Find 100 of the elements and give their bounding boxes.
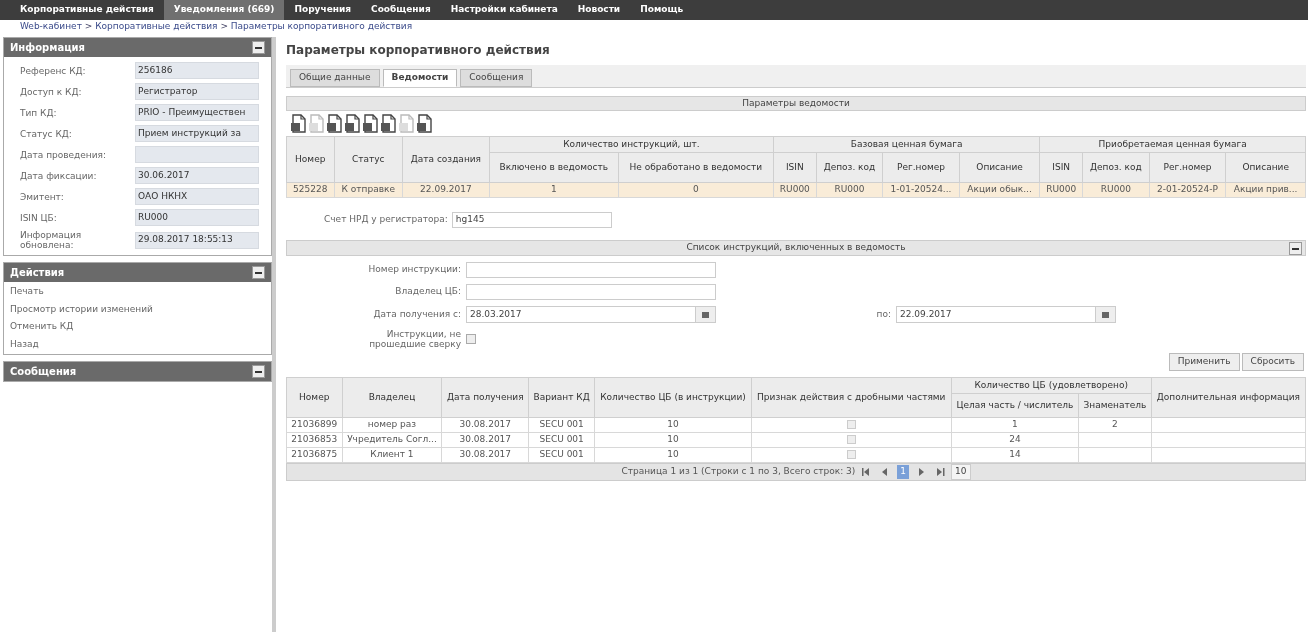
readonly-field: 256186 bbox=[135, 62, 259, 79]
column-header: Вариант КД bbox=[528, 377, 595, 418]
date-field[interactable]: 28.03.2017 bbox=[466, 306, 716, 323]
action-link[interactable]: Просмотр истории изменений bbox=[10, 302, 153, 316]
table-cell: 0 bbox=[618, 182, 774, 198]
nav-tab[interactable]: Корпоративные действия bbox=[10, 0, 164, 20]
column-header: Рег.номер bbox=[882, 152, 960, 183]
checkbox[interactable] bbox=[466, 334, 476, 344]
field-label: Инструкции, не прошедшие сверку bbox=[368, 329, 461, 349]
table-cell: 14 bbox=[951, 447, 1079, 463]
table-cell: 1 bbox=[951, 417, 1079, 433]
table-cell: 2-01-20524-P bbox=[1149, 182, 1226, 198]
field-label: Доступ к КД: bbox=[20, 86, 83, 97]
action-link[interactable]: Отменить КД bbox=[10, 320, 74, 334]
readonly-field: ОАО НКНХ bbox=[135, 188, 259, 205]
readonly-field: Регистратор bbox=[135, 83, 259, 100]
field-label: Эмитент: bbox=[20, 191, 65, 202]
action-link[interactable]: Назад bbox=[10, 337, 39, 351]
table-cell: 21036853 bbox=[286, 432, 342, 448]
nav-tab[interactable]: Новости bbox=[567, 0, 631, 20]
table-cell: SECU 001 bbox=[528, 432, 595, 448]
column-group-header: Количество инструкций, шт. bbox=[489, 136, 774, 153]
breadcrumb-separator: > bbox=[83, 20, 94, 34]
document-icon[interactable] bbox=[380, 114, 397, 133]
column-header: Номер bbox=[286, 377, 342, 418]
table-cell: 1 bbox=[489, 182, 619, 198]
nav-tab[interactable]: Помощь bbox=[630, 0, 694, 20]
input-field[interactable] bbox=[466, 284, 716, 300]
action-link[interactable]: Печать bbox=[10, 285, 44, 299]
column-header: Включено в ведомость bbox=[489, 152, 619, 183]
column-header: Депоз. код bbox=[1082, 152, 1150, 183]
readonly-field: RU000 bbox=[135, 209, 259, 226]
field-label: Дата проведения: bbox=[20, 149, 108, 160]
field-label: Статус КД: bbox=[20, 128, 73, 139]
nav-tab[interactable]: Поручения bbox=[284, 0, 362, 20]
table-cell: 10 bbox=[594, 432, 752, 448]
breadcrumb-link[interactable]: Корпоративные действия bbox=[95, 20, 218, 34]
breadcrumb-separator: > bbox=[219, 20, 229, 34]
collapse-icon[interactable] bbox=[252, 365, 265, 378]
calendar-icon[interactable] bbox=[695, 307, 715, 322]
field-label: ISIN ЦБ: bbox=[20, 212, 58, 223]
document-icon[interactable] bbox=[416, 114, 433, 133]
document-icon[interactable] bbox=[290, 114, 307, 133]
field-label: Информация обновлена: bbox=[20, 230, 83, 250]
table-cell: 10 bbox=[594, 417, 752, 433]
calendar-icon[interactable] bbox=[1095, 307, 1115, 322]
table-cell: Учредитель Согл... bbox=[342, 432, 442, 448]
breadcrumb-link[interactable]: Web-кабинет bbox=[20, 20, 82, 34]
table-cell: SECU 001 bbox=[528, 417, 595, 433]
date-field[interactable]: 22.09.2017 bbox=[896, 306, 1116, 323]
field-label: Счет НРД у регистратора: bbox=[324, 213, 448, 227]
tab[interactable]: Ведомости bbox=[382, 69, 458, 87]
field-label: Тип КД: bbox=[20, 107, 58, 118]
table-cell: 21036875 bbox=[286, 447, 342, 463]
field-label: по: bbox=[875, 307, 891, 321]
document-icon[interactable] bbox=[326, 114, 343, 133]
collapse-icon[interactable] bbox=[252, 266, 265, 279]
field-label: Владелец ЦБ: bbox=[394, 285, 461, 299]
column-group-header: Приобретаемая ценная бумага bbox=[1039, 136, 1306, 153]
input-field[interactable] bbox=[466, 262, 716, 278]
table-cell: 1-01-20524... bbox=[882, 182, 960, 198]
column-header: Не обработано в ведомости bbox=[618, 152, 774, 183]
nav-tab[interactable]: Уведомления (669) bbox=[163, 0, 285, 20]
field-label: Дата получения с: bbox=[372, 307, 461, 321]
table-cell: RU000 bbox=[773, 182, 817, 198]
page-title: Параметры корпоративного действия bbox=[286, 42, 550, 59]
section-title: Список инструкций, включенных в ведомость bbox=[686, 241, 906, 255]
table-cell: К отправке bbox=[334, 182, 403, 198]
filter-button[interactable]: Применить bbox=[1168, 353, 1240, 371]
collapse-icon[interactable] bbox=[1289, 242, 1302, 255]
section-title: Параметры ведомости bbox=[742, 96, 850, 110]
nav-tab[interactable]: Настройки кабинета bbox=[440, 0, 568, 20]
collapse-icon[interactable] bbox=[252, 41, 265, 54]
document-icon[interactable] bbox=[362, 114, 379, 133]
column-header: Депоз. код bbox=[816, 152, 883, 183]
table-cell: 10 bbox=[594, 447, 752, 463]
tab[interactable]: Сообщения bbox=[460, 69, 533, 87]
column-header: Признак действия с дробными частями bbox=[751, 377, 952, 418]
panel-title: Информация bbox=[10, 41, 85, 55]
table-cell: 22.09.2017 bbox=[402, 182, 490, 198]
filter-button[interactable]: Сбросить bbox=[1241, 353, 1304, 371]
table-cell: Акции обык... bbox=[959, 182, 1040, 198]
column-header: Дата получения bbox=[441, 377, 529, 418]
table-cell: 2 bbox=[1078, 417, 1152, 433]
table-cell: 21036899 bbox=[286, 417, 342, 433]
document-icon[interactable] bbox=[344, 114, 361, 133]
nav-tab[interactable]: Сообщения bbox=[361, 0, 441, 20]
input-field[interactable]: hg145 bbox=[451, 212, 612, 228]
pager-summary: Страница 1 из 1 (Строки с 1 по 3, Всего строк: 3) bbox=[621, 465, 856, 479]
table-cell: номер раз bbox=[342, 417, 442, 433]
table-cell: 24 bbox=[951, 432, 1079, 448]
page-size-select[interactable]: 10 bbox=[951, 464, 971, 480]
column-group-header: Базовая ценная бумага bbox=[773, 136, 1040, 153]
readonly-field: 30.06.2017 bbox=[135, 167, 259, 184]
column-header: Целая часть / числитель bbox=[951, 393, 1079, 418]
tab[interactable]: Общие данные bbox=[290, 69, 380, 87]
table-cell: RU000 bbox=[816, 182, 883, 198]
column-header: Владелец bbox=[342, 377, 442, 418]
table-cell: Акции прив... bbox=[1225, 182, 1306, 198]
field-label: Номер инструкции: bbox=[367, 263, 461, 277]
